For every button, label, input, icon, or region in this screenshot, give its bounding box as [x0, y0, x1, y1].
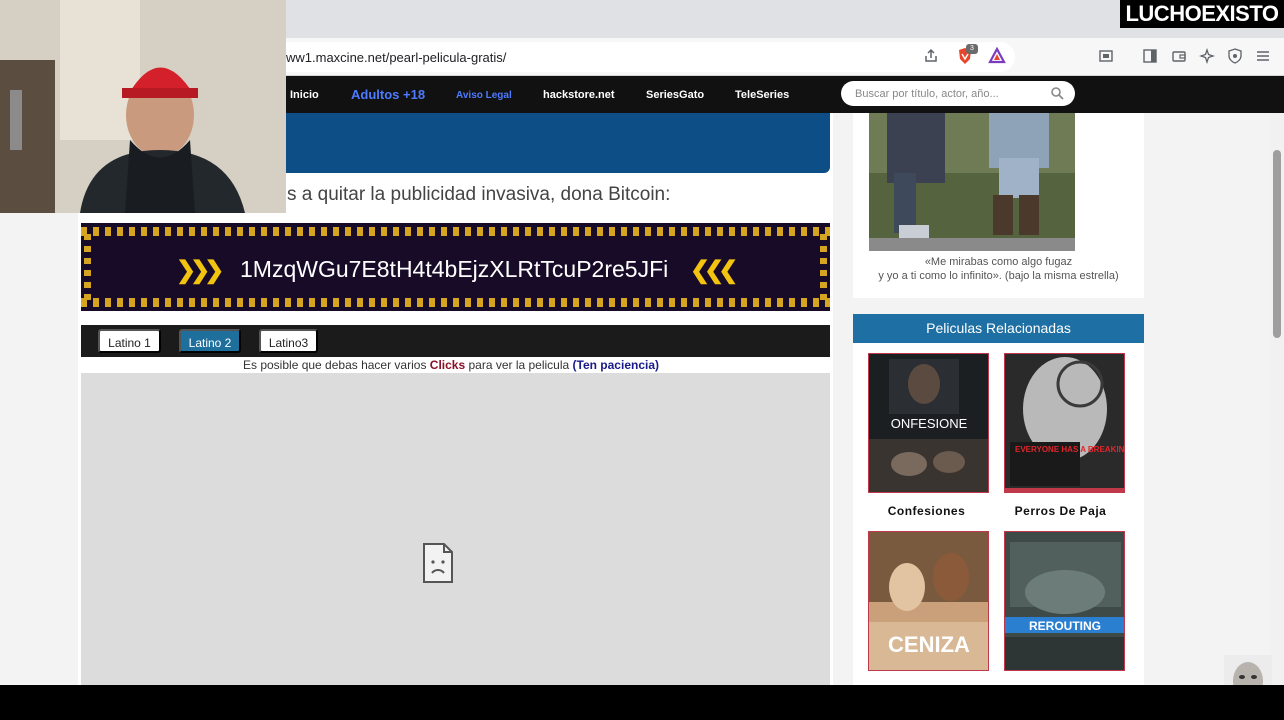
hamburger-menu-icon[interactable]	[1253, 46, 1273, 66]
chevrons-left-icon: ❮❮❮	[690, 257, 738, 284]
video-player[interactable]	[81, 373, 830, 685]
nav-inicio[interactable]: Inicio	[290, 89, 319, 101]
sidebar-toggle-icon[interactable]	[1140, 46, 1160, 66]
quote-line-1: «Me mirabas como algo fugaz	[924, 256, 1073, 268]
bitcoin-border-left	[84, 234, 91, 300]
reader-mode-icon[interactable]	[1096, 46, 1116, 66]
channel-watermark: LUCHOEXISTO	[1120, 0, 1284, 28]
hint-prefix: Es posible que debas hacer varios	[243, 358, 430, 372]
nav-aviso-legal[interactable]: Aviso Legal	[456, 90, 512, 101]
quote-line-2: y yo a ti como lo infinito». (bajo la mi…	[878, 270, 1119, 282]
corner-avatar	[1224, 655, 1272, 685]
leo-ai-icon[interactable]	[1197, 46, 1217, 66]
wallet-icon[interactable]	[1169, 46, 1189, 66]
movie-poster-ceniza[interactable]: CENIZA	[868, 531, 989, 671]
hint-paciencia: (Ten paciencia)	[572, 358, 659, 372]
movie-quote: «Me mirabas como algo fugaz y yo a ti com…	[853, 255, 1144, 283]
movie-poster-perros-de-paja[interactable]: EVERYONE HAS A BREAKING POINT	[1004, 353, 1125, 493]
poster-4-text: REROUTING	[1029, 619, 1101, 633]
movie-title-confesiones[interactable]: Confesiones	[866, 504, 987, 518]
bitcoin-address[interactable]: 1MzqWGu7E8tH4t4bEjzXLRtTcuP2re5JFi	[240, 256, 668, 283]
nav-teleseries[interactable]: TeleSeries	[735, 89, 789, 101]
brave-rewards-icon[interactable]	[987, 46, 1007, 66]
related-movies-header: Peliculas Relacionadas	[853, 314, 1144, 343]
nav-adultos[interactable]: Adultos +18	[351, 87, 425, 102]
movie-poster-rerouting[interactable]: REROUTING	[1004, 531, 1125, 671]
tab-latino-3[interactable]: Latino3	[259, 329, 318, 353]
webcam-overlay	[0, 0, 286, 213]
vpn-shield-icon[interactable]	[1225, 46, 1245, 66]
search-input[interactable]	[855, 86, 1045, 101]
screen: ww1.maxcine.net/pearl-pelicula-gratis/ 3…	[0, 0, 1284, 685]
movie-poster-confesiones[interactable]: ONFESIONE	[868, 353, 989, 493]
movie-title-perros-de-paja[interactable]: Perros De Paja	[1000, 504, 1121, 518]
header-banner	[286, 113, 830, 173]
search-icon[interactable]	[1050, 86, 1064, 100]
player-hint: Es posible que debas hacer varios Clicks…	[243, 358, 659, 372]
donate-message: s a quitar la publicidad invasiva, dona …	[287, 184, 671, 205]
poster-2-text: EVERYONE HAS A BREAKING POINT	[1015, 445, 1125, 454]
poster-3-text: CENIZA	[888, 632, 970, 657]
hint-middle: para ver la pelicula	[465, 358, 573, 372]
url-text[interactable]: ww1.maxcine.net/pearl-pelicula-gratis/	[286, 50, 506, 65]
broken-page-icon	[423, 543, 453, 583]
chevrons-right-icon: ❯❯❯	[176, 257, 224, 284]
tab-latino-2[interactable]: Latino 2	[179, 329, 241, 353]
nav-seriesgato[interactable]: SeriesGato	[646, 89, 704, 101]
share-icon[interactable]	[921, 46, 941, 66]
shields-count-badge: 3	[966, 44, 978, 54]
nav-hackstore[interactable]: hackstore.net	[543, 89, 615, 101]
bitcoin-border-right	[820, 234, 827, 300]
poster-1-text: ONFESIONE	[891, 416, 968, 431]
movie-still-image	[869, 113, 1075, 251]
hint-clicks: Clicks	[429, 358, 466, 372]
letterbox-bar	[0, 685, 1284, 720]
scrollbar-thumb[interactable]	[1273, 150, 1281, 338]
tab-latino-1[interactable]: Latino 1	[98, 329, 161, 353]
